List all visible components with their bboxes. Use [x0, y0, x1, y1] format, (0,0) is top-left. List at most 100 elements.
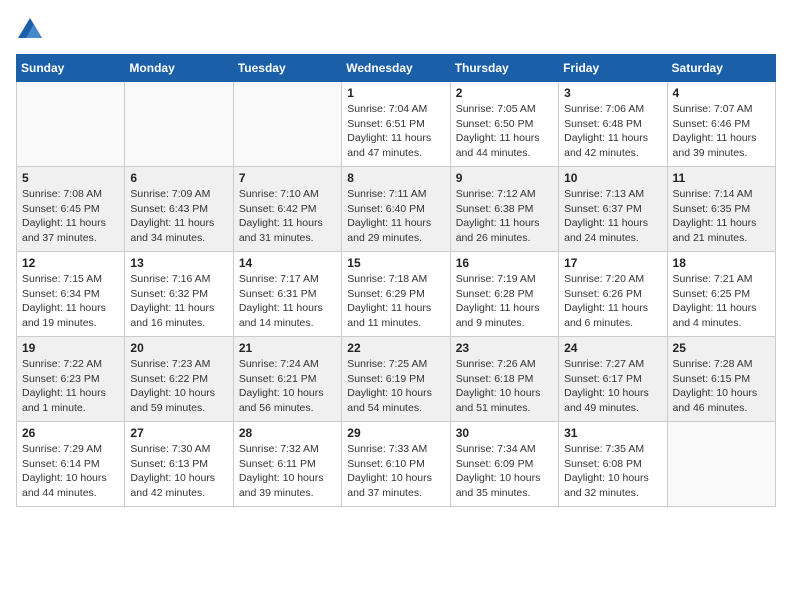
day-number: 27 — [130, 426, 227, 440]
day-number: 19 — [22, 341, 119, 355]
calendar-cell: 30Sunrise: 7:34 AMSunset: 6:09 PMDayligh… — [450, 422, 558, 507]
calendar-cell: 12 Sunrise: 7:15 AMSunset: 6:34 PMDayligh… — [17, 252, 125, 337]
day-info: Sunrise: 7:32 AMSunset: 6:11 PMDaylight:… — [239, 442, 336, 501]
calendar-cell: 6Sunrise: 7:09 AMSunset: 6:43 PMDaylight… — [125, 167, 233, 252]
week-row-1: 1Sunrise: 7:04 AMSunset: 6:51 PMDaylight… — [17, 82, 776, 167]
calendar-cell: 11 Sunrise: 7:14 AMSunset: 6:35 PMDayligh… — [667, 167, 775, 252]
day-number: 15 — [347, 256, 444, 270]
day-number: 21 — [239, 341, 336, 355]
weekday-header-row: SundayMondayTuesdayWednesdayThursdayFrid… — [17, 55, 776, 82]
day-info: Sunrise: 7:27 AMSunset: 6:17 PMDaylight:… — [564, 357, 661, 416]
day-info: Sunrise: 7:26 AMSunset: 6:18 PMDaylight:… — [456, 357, 553, 416]
day-number: 2 — [456, 86, 553, 100]
day-number: 7 — [239, 171, 336, 185]
calendar-cell: 2Sunrise: 7:05 AMSunset: 6:50 PMDaylight… — [450, 82, 558, 167]
day-number: 10 — [564, 171, 661, 185]
day-number: 22 — [347, 341, 444, 355]
day-info: Sunrise: 7:25 AMSunset: 6:19 PMDaylight:… — [347, 357, 444, 416]
day-number: 4 — [673, 86, 770, 100]
week-row-5: 26Sunrise: 7:29 AMSunset: 6:14 PMDayligh… — [17, 422, 776, 507]
calendar-cell — [125, 82, 233, 167]
page-container: SundayMondayTuesdayWednesdayThursdayFrid… — [16, 16, 776, 507]
calendar-cell: 31 Sunrise: 7:35 AMSunset: 6:08 PMDayligh… — [559, 422, 667, 507]
calendar-cell: 25 Sunrise: 7:28 AMSunset: 6:15 PMDayligh… — [667, 337, 775, 422]
day-info: Sunrise: 7:35 AMSunset: 6:08 PMDaylight:… — [564, 442, 661, 501]
day-number: 24 — [564, 341, 661, 355]
day-number: 23 — [456, 341, 553, 355]
calendar-cell: 1Sunrise: 7:04 AMSunset: 6:51 PMDaylight… — [342, 82, 450, 167]
day-info: Sunrise: 7:22 AMSunset: 6:23 PMDaylight:… — [22, 357, 119, 416]
day-info: Sunrise: 7:13 AMSunset: 6:37 PMDaylight:… — [564, 187, 661, 246]
calendar-cell — [667, 422, 775, 507]
calendar-cell: 5Sunrise: 7:08 AMSunset: 6:45 PMDaylight… — [17, 167, 125, 252]
calendar-cell: 8 Sunrise: 7:11 AMSunset: 6:40 PMDaylight… — [342, 167, 450, 252]
day-info: Sunrise: 7:10 AMSunset: 6:42 PMDaylight:… — [239, 187, 336, 246]
day-info: Sunrise: 7:07 AMSunset: 6:46 PMDaylight:… — [673, 102, 770, 161]
day-number: 18 — [673, 256, 770, 270]
day-info: Sunrise: 7:19 AMSunset: 6:28 PMDaylight:… — [456, 272, 553, 331]
calendar-cell: 13 Sunrise: 7:16 AMSunset: 6:32 PMDayligh… — [125, 252, 233, 337]
day-number: 6 — [130, 171, 227, 185]
calendar-cell: 4 Sunrise: 7:07 AMSunset: 6:46 PMDaylight… — [667, 82, 775, 167]
day-number: 14 — [239, 256, 336, 270]
day-number: 20 — [130, 341, 227, 355]
day-info: Sunrise: 7:11 AMSunset: 6:40 PMDaylight:… — [347, 187, 444, 246]
calendar-cell: 3 Sunrise: 7:06 AMSunset: 6:48 PMDaylight… — [559, 82, 667, 167]
day-number: 12 — [22, 256, 119, 270]
week-row-2: 5Sunrise: 7:08 AMSunset: 6:45 PMDaylight… — [17, 167, 776, 252]
calendar-cell: 22 Sunrise: 7:25 AMSunset: 6:19 PMDayligh… — [342, 337, 450, 422]
day-number: 30 — [456, 426, 553, 440]
day-number: 16 — [456, 256, 553, 270]
day-number: 28 — [239, 426, 336, 440]
calendar-cell: 7 Sunrise: 7:10 AMSunset: 6:42 PMDaylight… — [233, 167, 341, 252]
day-info: Sunrise: 7:20 AMSunset: 6:26 PMDaylight:… — [564, 272, 661, 331]
weekday-header-wednesday: Wednesday — [342, 55, 450, 82]
weekday-header-sunday: Sunday — [17, 55, 125, 82]
weekday-header-thursday: Thursday — [450, 55, 558, 82]
day-info: Sunrise: 7:06 AMSunset: 6:48 PMDaylight:… — [564, 102, 661, 161]
weekday-header-saturday: Saturday — [667, 55, 775, 82]
day-number: 31 — [564, 426, 661, 440]
day-info: Sunrise: 7:30 AMSunset: 6:13 PMDaylight:… — [130, 442, 227, 501]
calendar-cell: 18Sunrise: 7:21 AMSunset: 6:25 PMDayligh… — [667, 252, 775, 337]
day-info: Sunrise: 7:14 AMSunset: 6:35 PMDaylight:… — [673, 187, 770, 246]
day-number: 11 — [673, 171, 770, 185]
weekday-header-friday: Friday — [559, 55, 667, 82]
calendar-cell: 29 Sunrise: 7:33 AMSunset: 6:10 PMDayligh… — [342, 422, 450, 507]
week-row-3: 12 Sunrise: 7:15 AMSunset: 6:34 PMDayligh… — [17, 252, 776, 337]
logo-icon — [16, 16, 44, 44]
calendar-cell: 19 Sunrise: 7:22 AMSunset: 6:23 PMDayligh… — [17, 337, 125, 422]
calendar-cell: 16 Sunrise: 7:19 AMSunset: 6:28 PMDayligh… — [450, 252, 558, 337]
calendar-cell: 20 Sunrise: 7:23 AMSunset: 6:22 PMDayligh… — [125, 337, 233, 422]
day-number: 13 — [130, 256, 227, 270]
logo — [16, 16, 48, 44]
day-number: 26 — [22, 426, 119, 440]
calendar-cell — [17, 82, 125, 167]
weekday-header-monday: Monday — [125, 55, 233, 82]
day-number: 3 — [564, 86, 661, 100]
week-row-4: 19 Sunrise: 7:22 AMSunset: 6:23 PMDayligh… — [17, 337, 776, 422]
day-number: 1 — [347, 86, 444, 100]
calendar-cell: 21 Sunrise: 7:24 AMSunset: 6:21 PMDayligh… — [233, 337, 341, 422]
calendar-cell: 17Sunrise: 7:20 AMSunset: 6:26 PMDayligh… — [559, 252, 667, 337]
day-info: Sunrise: 7:15 AMSunset: 6:34 PMDaylight:… — [22, 272, 119, 331]
day-info: Sunrise: 7:24 AMSunset: 6:21 PMDaylight:… — [239, 357, 336, 416]
day-info: Sunrise: 7:23 AMSunset: 6:22 PMDaylight:… — [130, 357, 227, 416]
day-number: 29 — [347, 426, 444, 440]
day-info: Sunrise: 7:18 AMSunset: 6:29 PMDaylight:… — [347, 272, 444, 331]
day-info: Sunrise: 7:12 AMSunset: 6:38 PMDaylight:… — [456, 187, 553, 246]
calendar-cell: 28 Sunrise: 7:32 AMSunset: 6:11 PMDayligh… — [233, 422, 341, 507]
day-info: Sunrise: 7:17 AMSunset: 6:31 PMDaylight:… — [239, 272, 336, 331]
day-info: Sunrise: 7:28 AMSunset: 6:15 PMDaylight:… — [673, 357, 770, 416]
day-number: 25 — [673, 341, 770, 355]
day-info: Sunrise: 7:16 AMSunset: 6:32 PMDaylight:… — [130, 272, 227, 331]
day-number: 8 — [347, 171, 444, 185]
calendar-table: SundayMondayTuesdayWednesdayThursdayFrid… — [16, 54, 776, 507]
weekday-header-tuesday: Tuesday — [233, 55, 341, 82]
day-info: Sunrise: 7:33 AMSunset: 6:10 PMDaylight:… — [347, 442, 444, 501]
calendar-cell: 24 Sunrise: 7:27 AMSunset: 6:17 PMDayligh… — [559, 337, 667, 422]
calendar-cell: 10 Sunrise: 7:13 AMSunset: 6:37 PMDayligh… — [559, 167, 667, 252]
header — [16, 16, 776, 44]
calendar-cell: 15 Sunrise: 7:18 AMSunset: 6:29 PMDayligh… — [342, 252, 450, 337]
calendar-cell — [233, 82, 341, 167]
